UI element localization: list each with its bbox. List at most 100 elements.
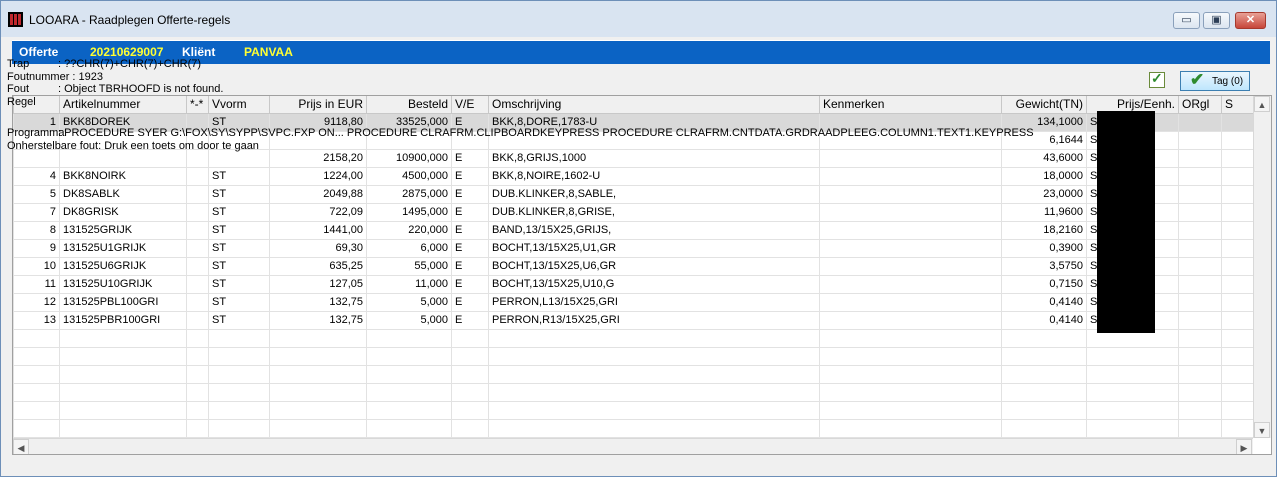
cell-omschrijving[interactable] — [488, 364, 820, 384]
minimize-button[interactable]: ▭ — [1173, 12, 1200, 29]
cell-ve[interactable]: E — [451, 202, 489, 222]
cell-artikel[interactable]: DK8SABLK — [59, 184, 187, 204]
cell-star[interactable] — [186, 382, 209, 402]
cell-artikel[interactable] — [59, 364, 187, 384]
cell-prijs[interactable]: 1441,00 — [269, 220, 367, 240]
cell-orgl[interactable] — [1178, 328, 1222, 348]
col-header-s[interactable]: S — [1221, 96, 1254, 114]
cell-kenmerken[interactable] — [819, 418, 1002, 438]
cell-orgl[interactable] — [1178, 184, 1222, 204]
cell-s[interactable] — [1221, 220, 1254, 240]
cell-prijs[interactable] — [269, 418, 367, 438]
cell-artikel[interactable] — [59, 328, 187, 348]
cell-gewicht[interactable] — [1001, 400, 1087, 420]
cell-star[interactable] — [186, 418, 209, 438]
cell-prijs[interactable] — [269, 364, 367, 384]
cell-s[interactable] — [1221, 112, 1254, 132]
cell-ve[interactable]: E — [451, 274, 489, 294]
cell-omschrijving[interactable] — [488, 346, 820, 366]
scroll-up-icon[interactable]: ▲ — [1254, 96, 1270, 112]
cell-vorm[interactable] — [208, 418, 270, 438]
cell-orgl[interactable] — [1178, 220, 1222, 240]
cell-prijs[interactable] — [269, 346, 367, 366]
cell-orgl[interactable] — [1178, 148, 1222, 168]
cell-ve[interactable]: E — [451, 220, 489, 240]
cell-prijs[interactable]: 69,30 — [269, 238, 367, 258]
cell-orgl[interactable] — [1178, 130, 1222, 150]
cell-artikel[interactable]: 131525PBR100GRI — [59, 310, 187, 330]
close-button[interactable]: ✕ — [1235, 12, 1266, 29]
cell-artikel[interactable] — [59, 346, 187, 366]
cell-prijs[interactable] — [269, 328, 367, 348]
cell-nr[interactable] — [13, 346, 60, 366]
cell-s[interactable] — [1221, 184, 1254, 204]
cell-nr[interactable]: 5 — [13, 184, 60, 204]
cell-orgl[interactable] — [1178, 112, 1222, 132]
cell-omschrijving[interactable]: PERRON,R13/15X25,GRI — [488, 310, 820, 330]
cell-kenmerken[interactable] — [819, 364, 1002, 384]
select-all-checkbox[interactable]: ✓ — [1149, 70, 1165, 88]
cell-nr[interactable]: 11 — [13, 274, 60, 294]
cell-besteld[interactable] — [366, 400, 452, 420]
cell-artikel[interactable]: 131525GRIJK — [59, 220, 187, 240]
cell-prijs[interactable]: 132,75 — [269, 310, 367, 330]
cell-besteld[interactable] — [366, 346, 452, 366]
cell-vorm[interactable]: ST — [208, 184, 270, 204]
cell-star[interactable] — [186, 364, 209, 384]
maximize-button[interactable]: ▣ — [1203, 12, 1230, 29]
cell-kenmerken[interactable] — [819, 310, 1002, 330]
table-row[interactable]: 10 131525U6GRIJK ST 635,25 55,000 E BOCHT,13/1… — [13, 256, 1254, 276]
cell-vorm[interactable] — [208, 364, 270, 384]
cell-ve[interactable] — [451, 364, 489, 384]
cell-prijs[interactable] — [269, 400, 367, 420]
table-row[interactable] — [13, 328, 1254, 348]
cell-s[interactable] — [1221, 418, 1254, 438]
cell-artikel[interactable]: DK8GRISK — [59, 202, 187, 222]
cell-omschrijving[interactable]: DUB.KLINKER,8,SABLE, — [488, 184, 820, 204]
cell-artikel[interactable]: 131525U1GRIJK — [59, 238, 187, 258]
cell-orgl[interactable] — [1178, 166, 1222, 186]
cell-orgl[interactable] — [1178, 238, 1222, 258]
cell-besteld[interactable]: 220,000 — [366, 220, 452, 240]
cell-ve[interactable]: E — [451, 256, 489, 276]
cell-artikel[interactable]: BKK8NOIRK — [59, 166, 187, 186]
cell-vorm[interactable]: ST — [208, 310, 270, 330]
cell-s[interactable] — [1221, 310, 1254, 330]
cell-vorm[interactable]: ST — [208, 256, 270, 276]
cell-kenmerken[interactable] — [819, 274, 1002, 294]
cell-gewicht[interactable]: 0,7150 — [1001, 274, 1087, 294]
cell-s[interactable] — [1221, 364, 1254, 384]
table-row[interactable]: 4 BKK8NOIRK ST 1224,00 4500,000 E BKK,8,NOIRE,… — [13, 166, 1254, 186]
cell-gewicht[interactable]: 23,0000 — [1001, 184, 1087, 204]
cell-gewicht[interactable]: 0,4140 — [1001, 292, 1087, 312]
cell-star[interactable] — [186, 256, 209, 276]
cell-prijs[interactable] — [269, 382, 367, 402]
table-row[interactable] — [13, 418, 1254, 438]
cell-star[interactable] — [186, 166, 209, 186]
cell-gewicht[interactable] — [1001, 382, 1087, 402]
cell-orgl[interactable] — [1178, 274, 1222, 294]
cell-ve[interactable] — [451, 382, 489, 402]
cell-vorm[interactable] — [208, 382, 270, 402]
scroll-left-icon[interactable]: ◀ — [13, 439, 29, 454]
cell-s[interactable] — [1221, 292, 1254, 312]
cell-omschrijving[interactable] — [488, 400, 820, 420]
cell-omschrijving[interactable]: BOCHT,13/15X25,U10,G — [488, 274, 820, 294]
cell-vorm[interactable]: ST — [208, 202, 270, 222]
cell-orgl[interactable] — [1178, 418, 1222, 438]
cell-gewicht[interactable] — [1001, 364, 1087, 384]
cell-vorm[interactable]: ST — [208, 274, 270, 294]
cell-star[interactable] — [186, 328, 209, 348]
cell-gewicht[interactable] — [1001, 328, 1087, 348]
cell-nr[interactable] — [13, 328, 60, 348]
cell-artikel[interactable] — [59, 418, 187, 438]
cell-eenh[interactable] — [1086, 400, 1179, 420]
cell-omschrijving[interactable]: BAND,13/15X25,GRIJS, — [488, 220, 820, 240]
cell-nr[interactable]: 12 — [13, 292, 60, 312]
cell-gewicht[interactable]: 0,4140 — [1001, 310, 1087, 330]
cell-nr[interactable]: 8 — [13, 220, 60, 240]
cell-nr[interactable] — [13, 418, 60, 438]
col-header-orgl[interactable]: ORgl — [1178, 96, 1222, 114]
cell-artikel[interactable]: 131525U6GRIJK — [59, 256, 187, 276]
cell-nr[interactable] — [13, 382, 60, 402]
